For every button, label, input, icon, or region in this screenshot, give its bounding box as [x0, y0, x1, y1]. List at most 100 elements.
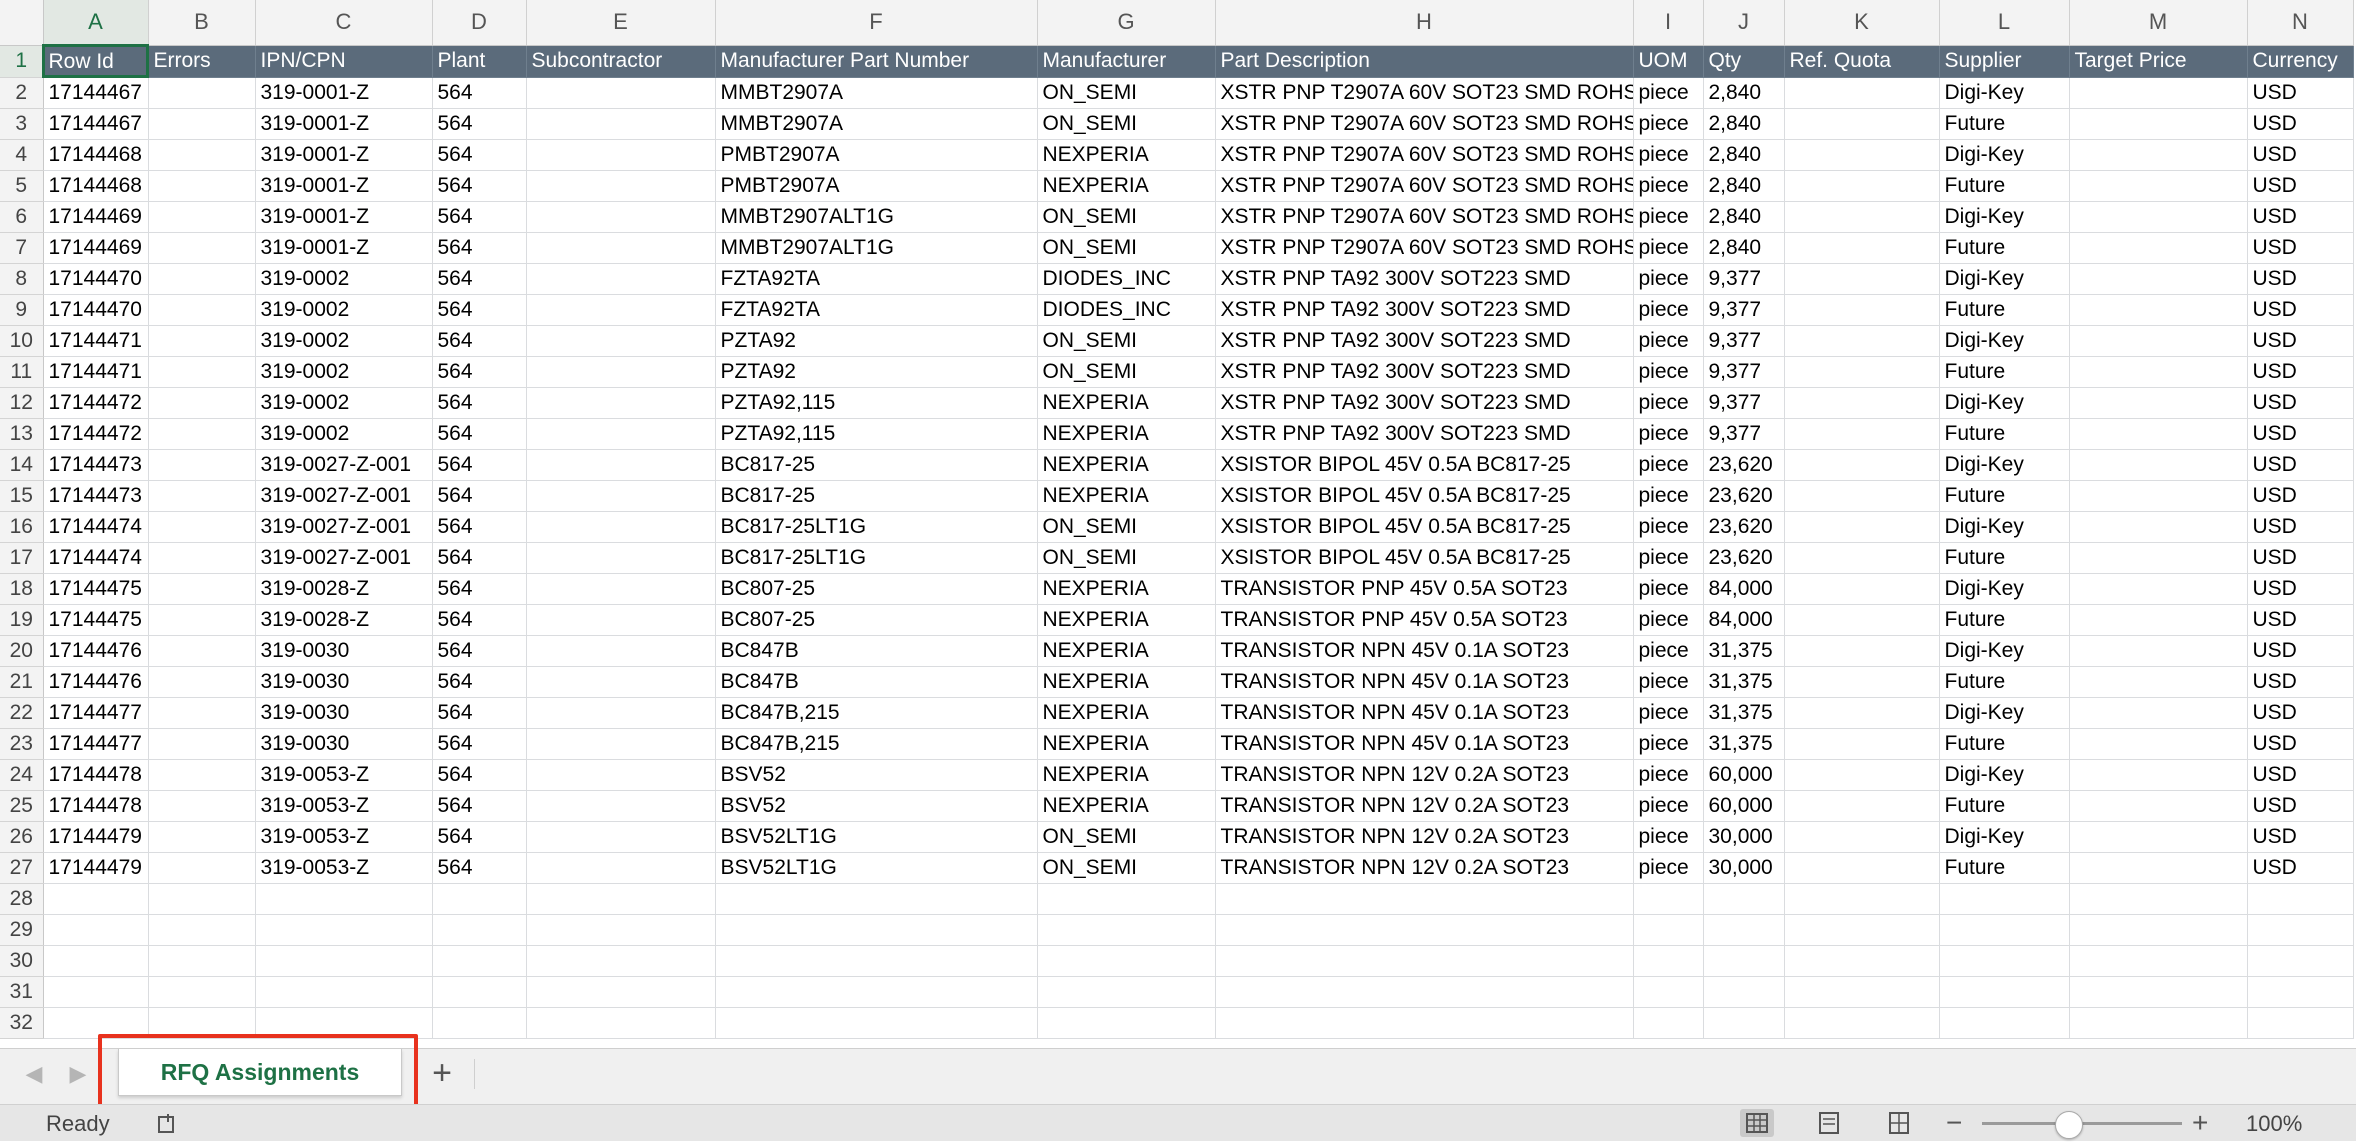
- column-header-n[interactable]: N: [2247, 0, 2354, 46]
- cell[interactable]: Digi-Key: [1939, 77, 2070, 109]
- empty-cell[interactable]: [1215, 1007, 1634, 1039]
- cell[interactable]: [2069, 821, 2248, 853]
- empty-cell[interactable]: [715, 883, 1038, 915]
- cell[interactable]: 17144471: [43, 356, 149, 388]
- empty-cell[interactable]: [432, 1007, 527, 1039]
- cell[interactable]: Future: [1939, 294, 2070, 326]
- cell[interactable]: 564: [432, 263, 527, 295]
- cell[interactable]: 2,840: [1703, 108, 1785, 140]
- cell[interactable]: Future: [1939, 170, 2070, 202]
- cell[interactable]: Digi-Key: [1939, 511, 2070, 543]
- cell[interactable]: 17144478: [43, 790, 149, 822]
- empty-cell[interactable]: [148, 914, 256, 946]
- row-header[interactable]: 19: [0, 604, 44, 636]
- cell[interactable]: [1784, 511, 1940, 543]
- cell[interactable]: ON_SEMI: [1037, 232, 1216, 264]
- column-header-g[interactable]: G: [1037, 0, 1216, 46]
- cell[interactable]: [1784, 449, 1940, 481]
- cell[interactable]: 17144474: [43, 542, 149, 574]
- header-cell[interactable]: Manufacturer Part Number: [715, 45, 1038, 78]
- cell[interactable]: BC807-25: [715, 604, 1038, 636]
- cell[interactable]: 564: [432, 449, 527, 481]
- row-header[interactable]: 25: [0, 790, 44, 822]
- cell[interactable]: piece: [1633, 821, 1704, 853]
- empty-cell[interactable]: [255, 883, 433, 915]
- row-header[interactable]: 2: [0, 77, 44, 109]
- row-header[interactable]: 4: [0, 139, 44, 171]
- cell[interactable]: [148, 728, 256, 760]
- empty-cell[interactable]: [715, 1007, 1038, 1039]
- column-header-j[interactable]: J: [1703, 0, 1785, 46]
- header-cell[interactable]: Plant: [432, 45, 527, 78]
- cell[interactable]: USD: [2247, 790, 2354, 822]
- cell[interactable]: 319-0001-Z: [255, 139, 433, 171]
- cell[interactable]: [526, 728, 716, 760]
- header-cell[interactable]: Subcontractor: [526, 45, 716, 78]
- sheet-tab-rfq-assignments[interactable]: RFQ Assignments: [118, 1049, 402, 1096]
- cell[interactable]: [526, 480, 716, 512]
- cell[interactable]: [2069, 139, 2248, 171]
- cell[interactable]: piece: [1633, 108, 1704, 140]
- cell[interactable]: 84,000: [1703, 604, 1785, 636]
- empty-cell[interactable]: [255, 914, 433, 946]
- cell[interactable]: [2069, 387, 2248, 419]
- cell[interactable]: 17144473: [43, 449, 149, 481]
- cell[interactable]: 564: [432, 604, 527, 636]
- cell[interactable]: USD: [2247, 232, 2354, 264]
- empty-cell[interactable]: [2247, 883, 2354, 915]
- cell[interactable]: NEXPERIA: [1037, 728, 1216, 760]
- cell[interactable]: ON_SEMI: [1037, 201, 1216, 233]
- cell[interactable]: 319-0053-Z: [255, 790, 433, 822]
- cell[interactable]: 564: [432, 697, 527, 729]
- cell[interactable]: [148, 480, 256, 512]
- page-break-view-icon[interactable]: [1882, 1109, 1916, 1137]
- empty-cell[interactable]: [1037, 914, 1216, 946]
- cell[interactable]: 17144479: [43, 821, 149, 853]
- cell[interactable]: [148, 790, 256, 822]
- empty-cell[interactable]: [1784, 914, 1940, 946]
- empty-cell[interactable]: [1939, 883, 2070, 915]
- row-header[interactable]: 24: [0, 759, 44, 791]
- cell[interactable]: [2069, 480, 2248, 512]
- cell[interactable]: [526, 790, 716, 822]
- cell[interactable]: [1784, 728, 1940, 760]
- row-header[interactable]: 17: [0, 542, 44, 574]
- cell[interactable]: MMBT2907A: [715, 77, 1038, 109]
- cell[interactable]: NEXPERIA: [1037, 387, 1216, 419]
- cell[interactable]: [148, 201, 256, 233]
- cell[interactable]: Digi-Key: [1939, 573, 2070, 605]
- empty-cell[interactable]: [148, 945, 256, 977]
- cell[interactable]: TRANSISTOR NPN 12V 0.2A SOT23: [1215, 790, 1634, 822]
- empty-cell[interactable]: [1633, 883, 1704, 915]
- cell[interactable]: XSTR PNP T2907A 60V SOT23 SMD ROHS: [1215, 232, 1634, 264]
- row-header[interactable]: 1: [0, 45, 44, 78]
- cell[interactable]: [1784, 635, 1940, 667]
- cell[interactable]: Future: [1939, 356, 2070, 388]
- cell[interactable]: Future: [1939, 108, 2070, 140]
- cell[interactable]: PMBT2907A: [715, 170, 1038, 202]
- cell[interactable]: 564: [432, 511, 527, 543]
- cell[interactable]: Digi-Key: [1939, 449, 2070, 481]
- empty-cell[interactable]: [715, 976, 1038, 1008]
- cell[interactable]: [2069, 759, 2248, 791]
- cell[interactable]: NEXPERIA: [1037, 635, 1216, 667]
- cell[interactable]: 2,840: [1703, 77, 1785, 109]
- cell[interactable]: ON_SEMI: [1037, 325, 1216, 357]
- cell[interactable]: TRANSISTOR NPN 12V 0.2A SOT23: [1215, 821, 1634, 853]
- cell[interactable]: 17144474: [43, 511, 149, 543]
- cell[interactable]: USD: [2247, 480, 2354, 512]
- empty-cell[interactable]: [1784, 883, 1940, 915]
- cell[interactable]: 9,377: [1703, 356, 1785, 388]
- empty-cell[interactable]: [148, 1007, 256, 1039]
- cell[interactable]: 319-0002: [255, 387, 433, 419]
- empty-cell[interactable]: [1215, 914, 1634, 946]
- cell[interactable]: USD: [2247, 635, 2354, 667]
- cell[interactable]: 564: [432, 821, 527, 853]
- cell[interactable]: TRANSISTOR NPN 45V 0.1A SOT23: [1215, 635, 1634, 667]
- cell[interactable]: NEXPERIA: [1037, 418, 1216, 450]
- cell[interactable]: [148, 387, 256, 419]
- cell[interactable]: [2069, 542, 2248, 574]
- cell[interactable]: 564: [432, 418, 527, 450]
- cell[interactable]: USD: [2247, 201, 2354, 233]
- empty-cell[interactable]: [255, 976, 433, 1008]
